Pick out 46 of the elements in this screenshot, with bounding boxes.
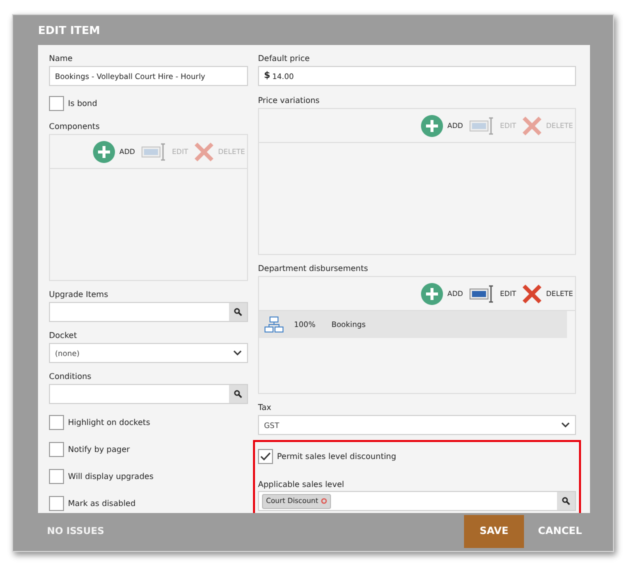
section-label: Price variations	[258, 95, 320, 106]
search-field[interactable]	[49, 384, 248, 404]
section-label: Department disbursements	[258, 263, 368, 274]
chevron-down-icon	[561, 422, 570, 428]
checkbox-label: Mark as disabled	[68, 498, 136, 508]
section-label: Components	[49, 121, 100, 132]
status-text: NO ISSUES	[47, 526, 106, 537]
checkbox-label: Permit sales level discounting	[277, 452, 396, 460]
remove-icon[interactable]	[321, 498, 328, 504]
field-label: Applicable sales level	[258, 480, 344, 489]
chevron-down-icon	[233, 350, 242, 356]
checkbox[interactable]	[49, 96, 64, 110]
checkbox-label: Highlight on dockets	[68, 418, 150, 426]
delete-icon	[522, 116, 542, 136]
edit-field-icon	[469, 284, 496, 302]
checkbox[interactable]	[258, 448, 273, 464]
search-icon	[562, 497, 570, 505]
search-button[interactable]	[229, 303, 247, 321]
field-label: Default price	[258, 53, 310, 64]
field-label: Name	[49, 53, 73, 64]
checkbox-label: Is bond	[68, 98, 98, 108]
checkbox-label: Will display upgrades	[68, 472, 154, 480]
plus-icon	[421, 114, 444, 136]
checkbox-label: Notify by pager	[68, 444, 130, 454]
search-icon	[234, 390, 242, 398]
field-label: Conditions	[49, 371, 92, 382]
plus-icon	[421, 282, 444, 304]
delete-icon	[194, 142, 214, 162]
hierarchy-icon	[264, 316, 284, 333]
plus-icon	[93, 140, 116, 162]
search-field[interactable]	[49, 302, 248, 322]
save-button[interactable]: SAVE	[464, 515, 524, 548]
checkbox[interactable]	[49, 496, 64, 510]
search-button[interactable]	[229, 385, 247, 403]
edit-field-icon	[141, 142, 168, 160]
checkbox[interactable]	[49, 468, 64, 484]
field-label: Upgrade Items	[49, 289, 108, 300]
checkbox[interactable]	[49, 414, 64, 430]
search-button[interactable]	[557, 492, 575, 510]
field-label: Tax	[258, 402, 272, 413]
field-label: Docket	[49, 330, 77, 341]
delete-icon	[522, 284, 542, 304]
dialog-title: EDIT ITEM	[37, 23, 100, 36]
checkbox[interactable]	[49, 442, 64, 456]
edit-field-icon	[469, 116, 496, 134]
search-icon	[234, 308, 242, 316]
